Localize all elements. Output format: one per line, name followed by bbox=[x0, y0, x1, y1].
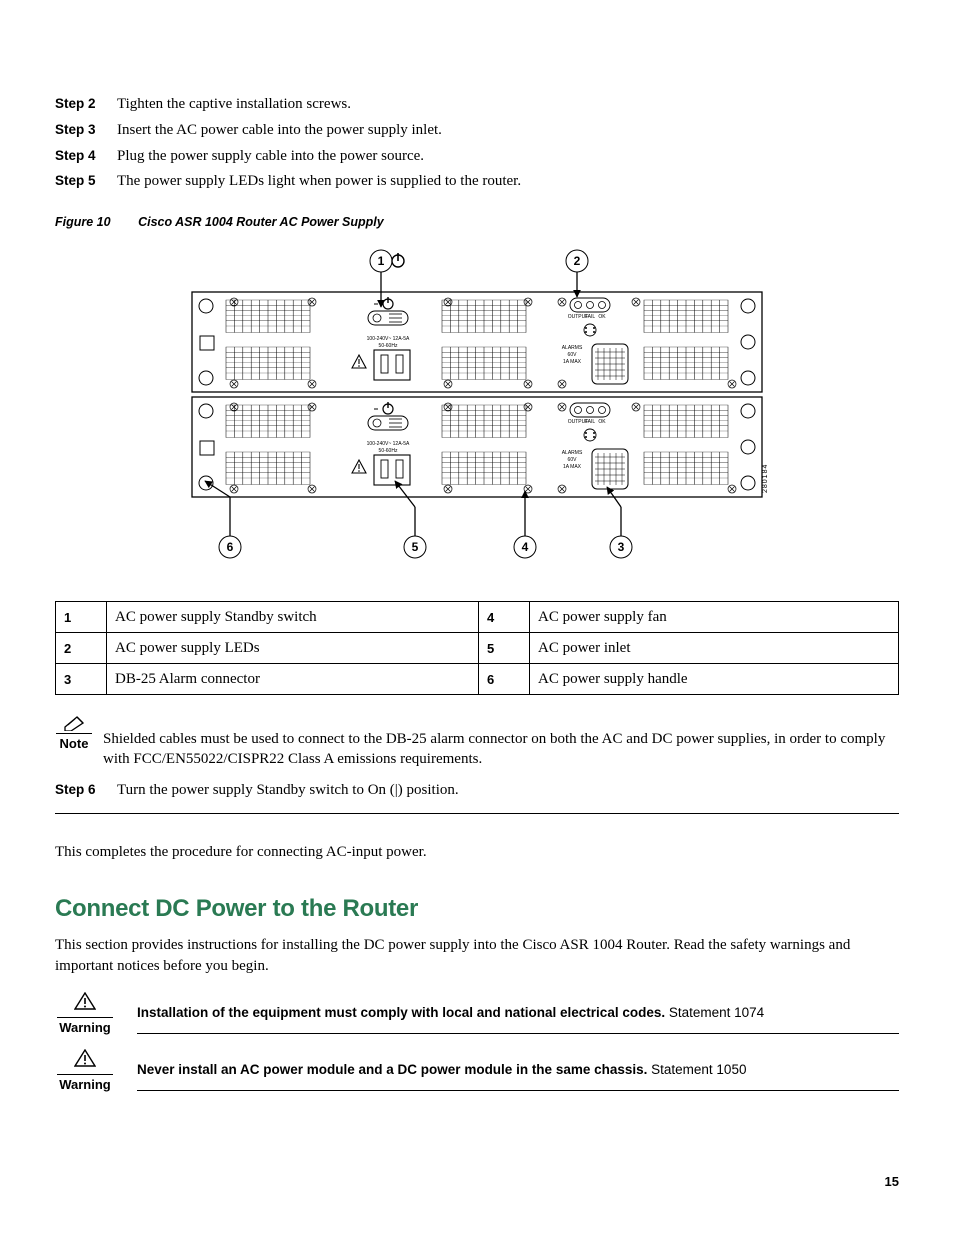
warning-icon bbox=[74, 992, 96, 1010]
warning-label: Warning bbox=[55, 1020, 115, 1035]
figure: 100-240V~ 12A-5A 50-60Hz OUTPUT FAIL OK … bbox=[55, 247, 899, 577]
step-text: The power supply LEDs light when power i… bbox=[117, 171, 521, 193]
warning-gutter: Warning bbox=[55, 1049, 115, 1092]
figure-caption: Figure 10 Cisco ASR 1004 Router AC Power… bbox=[55, 215, 899, 229]
power-icon bbox=[392, 253, 404, 267]
figure-title: Cisco ASR 1004 Router AC Power Supply bbox=[138, 215, 384, 229]
svg-text:1A MAX: 1A MAX bbox=[563, 464, 582, 470]
warning-body: Installation of the equipment must compl… bbox=[137, 1004, 899, 1034]
step-row: Step 2 Tighten the captive installation … bbox=[55, 94, 899, 116]
callout-2: 2 bbox=[566, 250, 588, 297]
step-text: Insert the AC power cable into the power… bbox=[117, 120, 442, 142]
svg-text:100-240V~ 12A-5A: 100-240V~ 12A-5A bbox=[367, 336, 410, 342]
svg-text:1A MAX: 1A MAX bbox=[563, 359, 582, 365]
figure-number: Figure 10 bbox=[55, 215, 111, 229]
legend-num: 2 bbox=[56, 633, 107, 664]
step-text: Tighten the captive installation screws. bbox=[117, 94, 351, 116]
note-block: Note Shielded cables must be used to con… bbox=[55, 715, 899, 770]
warning-block: Warning Never install an AC power module… bbox=[55, 1049, 899, 1092]
step-row: Step 3 Insert the AC power cable into th… bbox=[55, 120, 899, 142]
legend-num: 3 bbox=[56, 664, 107, 695]
callout-legend-table: 1 AC power supply Standby switch 4 AC po… bbox=[55, 601, 899, 695]
svg-text:2: 2 bbox=[574, 254, 581, 268]
step-label: Step 5 bbox=[55, 171, 117, 191]
svg-text:ALARMS: ALARMS bbox=[562, 450, 583, 456]
warning-rest: Statement 1074 bbox=[665, 1005, 764, 1020]
svg-text:4: 4 bbox=[522, 540, 529, 554]
legend-num: 6 bbox=[479, 664, 530, 695]
legend-num: 4 bbox=[479, 602, 530, 633]
legend-desc: DB-25 Alarm connector bbox=[107, 664, 479, 695]
section-heading: Connect DC Power to the Router bbox=[55, 895, 899, 923]
diagram-id: 280184 bbox=[762, 464, 769, 493]
step-label: Step 6 bbox=[55, 780, 117, 800]
step-text: Turn the power supply Standby switch to … bbox=[117, 780, 459, 802]
note-body: Shielded cables must be used to connect … bbox=[93, 715, 899, 770]
power-supply-diagram: 100-240V~ 12A-5A 50-60Hz OUTPUT FAIL OK … bbox=[177, 247, 777, 577]
table-row: 3 DB-25 Alarm connector 6 AC power suppl… bbox=[56, 664, 899, 695]
step-label: Step 3 bbox=[55, 120, 117, 140]
svg-text:FAIL: FAIL bbox=[585, 419, 596, 425]
legend-desc: AC power supply handle bbox=[530, 664, 899, 695]
svg-text:ALARMS: ALARMS bbox=[562, 345, 583, 351]
step-row: Step 4 Plug the power supply cable into … bbox=[55, 146, 899, 168]
svg-text:6: 6 bbox=[227, 540, 234, 554]
legend-desc: AC power inlet bbox=[530, 633, 899, 664]
svg-text:3: 3 bbox=[618, 540, 625, 554]
svg-text:50-60Hz: 50-60Hz bbox=[379, 448, 398, 454]
svg-text:1: 1 bbox=[378, 254, 385, 268]
svg-text:OK: OK bbox=[598, 419, 606, 425]
warning-bold: Installation of the equipment must compl… bbox=[137, 1005, 665, 1020]
svg-text:50-60Hz: 50-60Hz bbox=[379, 343, 398, 349]
step-row: Step 5 The power supply LEDs light when … bbox=[55, 171, 899, 193]
legend-num: 1 bbox=[56, 602, 107, 633]
warning-block: Warning Installation of the equipment mu… bbox=[55, 992, 899, 1035]
steps-list: Step 2 Tighten the captive installation … bbox=[55, 94, 899, 193]
section-intro: This section provides instructions for i… bbox=[55, 935, 899, 976]
table-row: 1 AC power supply Standby switch 4 AC po… bbox=[56, 602, 899, 633]
page-number: 15 bbox=[885, 1174, 899, 1189]
step-text: Plug the power supply cable into the pow… bbox=[117, 146, 424, 168]
warning-rest: Statement 1050 bbox=[647, 1062, 746, 1077]
warning-label: Warning bbox=[55, 1077, 115, 1092]
warning-icon bbox=[74, 1049, 96, 1067]
step-label: Step 2 bbox=[55, 94, 117, 114]
step-label: Step 4 bbox=[55, 146, 117, 166]
page: Step 2 Tighten the captive installation … bbox=[0, 0, 954, 1235]
legend-desc: AC power supply fan bbox=[530, 602, 899, 633]
table-row: 2 AC power supply LEDs 5 AC power inlet bbox=[56, 633, 899, 664]
callout-4: 4 bbox=[514, 491, 536, 558]
note-gutter: Note bbox=[55, 715, 93, 770]
svg-text:100-240V~ 12A-5A: 100-240V~ 12A-5A bbox=[367, 441, 410, 447]
pencil-icon bbox=[63, 715, 85, 731]
svg-text:5: 5 bbox=[412, 540, 419, 554]
outro-text: This completes the procedure for connect… bbox=[55, 844, 899, 861]
svg-text:OK: OK bbox=[598, 314, 606, 320]
note-label: Note bbox=[55, 736, 93, 751]
warning-gutter: Warning bbox=[55, 992, 115, 1035]
warning-body: Never install an AC power module and a D… bbox=[137, 1061, 899, 1091]
legend-desc: AC power supply LEDs bbox=[107, 633, 479, 664]
step6-block: Step 6 Turn the power supply Standby swi… bbox=[55, 780, 899, 815]
svg-text:60V: 60V bbox=[568, 457, 578, 463]
svg-text:60V: 60V bbox=[568, 352, 578, 358]
legend-desc: AC power supply Standby switch bbox=[107, 602, 479, 633]
legend-num: 5 bbox=[479, 633, 530, 664]
warning-bold: Never install an AC power module and a D… bbox=[137, 1062, 647, 1077]
svg-text:FAIL: FAIL bbox=[585, 314, 596, 320]
